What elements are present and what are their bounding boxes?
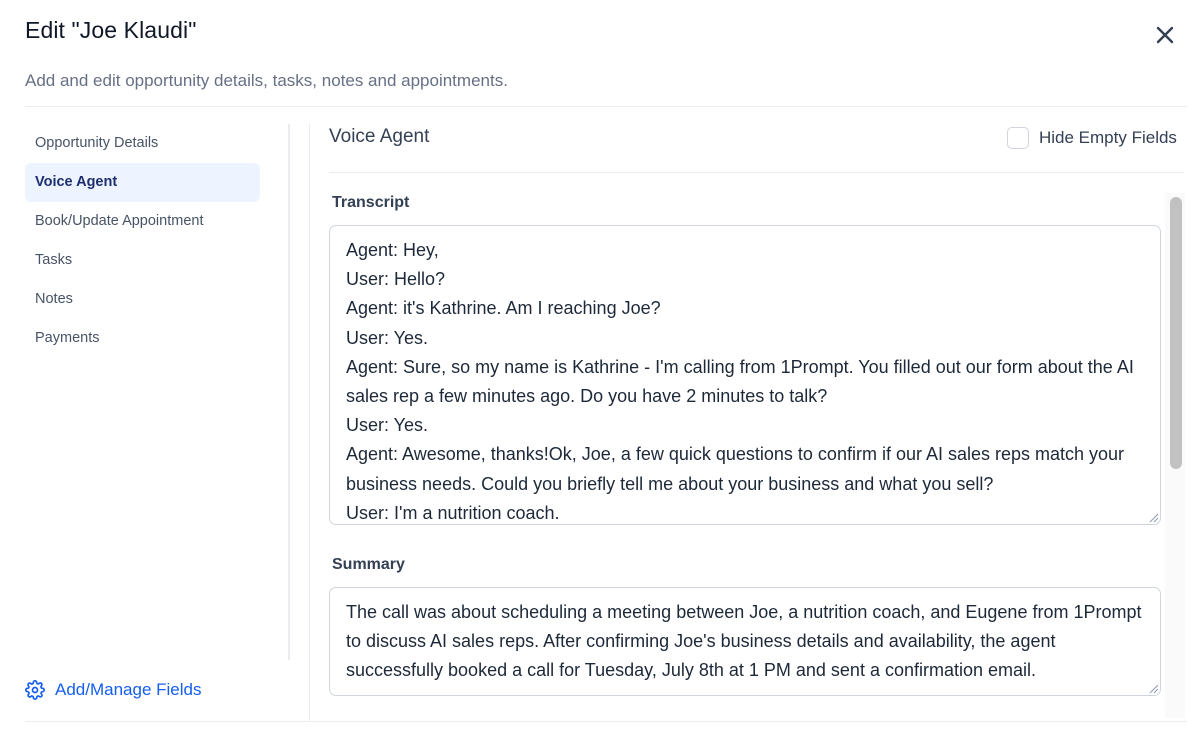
modal-subtitle: Add and edit opportunity details, tasks,… bbox=[25, 71, 508, 90]
summary-resize-handle-icon[interactable] bbox=[1149, 684, 1159, 694]
sidebar-divider bbox=[288, 124, 290, 660]
add-manage-fields-button[interactable]: Add/Manage Fields bbox=[25, 680, 201, 700]
hide-empty-fields-toggle[interactable]: Hide Empty Fields bbox=[1007, 127, 1177, 149]
sidebar-item-opportunity-details[interactable]: Opportunity Details bbox=[25, 124, 260, 163]
hide-empty-fields-checkbox[interactable] bbox=[1007, 127, 1029, 149]
add-manage-fields-label: Add/Manage Fields bbox=[55, 680, 202, 699]
modal-title: Edit "Joe Klaudi" bbox=[25, 17, 197, 43]
sidebar-item-notes[interactable]: Notes bbox=[25, 280, 260, 319]
summary-textarea[interactable]: The call was about scheduling a meeting … bbox=[329, 587, 1161, 696]
gear-icon bbox=[25, 680, 45, 700]
hide-empty-fields-label: Hide Empty Fields bbox=[1039, 128, 1177, 147]
sidebar-nav: Opportunity Details Voice Agent Book/Upd… bbox=[25, 124, 260, 358]
sidebar-item-payments[interactable]: Payments bbox=[25, 319, 260, 358]
sidebar-item-voice-agent[interactable]: Voice Agent bbox=[25, 163, 260, 202]
sidebar-item-book-update-appointment[interactable]: Book/Update Appointment bbox=[25, 202, 260, 241]
edit-opportunity-modal: Edit "Joe Klaudi" Add and edit opportuni… bbox=[0, 0, 1200, 731]
content-left-border bbox=[309, 124, 310, 721]
header-divider bbox=[25, 106, 1187, 107]
sidebar-item-tasks[interactable]: Tasks bbox=[25, 241, 260, 280]
close-button[interactable] bbox=[1152, 22, 1178, 48]
close-icon bbox=[1156, 26, 1174, 44]
content-scrollbar-thumb[interactable] bbox=[1170, 197, 1182, 469]
transcript-resize-handle-icon[interactable] bbox=[1149, 513, 1159, 523]
section-divider bbox=[329, 172, 1184, 173]
summary-label: Summary bbox=[332, 556, 405, 573]
transcript-textarea[interactable]: Agent: Hey, User: Hello? Agent: it's Kat… bbox=[329, 225, 1161, 525]
sidebar-bottom-divider bbox=[25, 721, 310, 722]
transcript-label: Transcript bbox=[332, 194, 410, 211]
content-bottom-divider bbox=[310, 721, 1187, 722]
section-title: Voice Agent bbox=[329, 126, 430, 147]
